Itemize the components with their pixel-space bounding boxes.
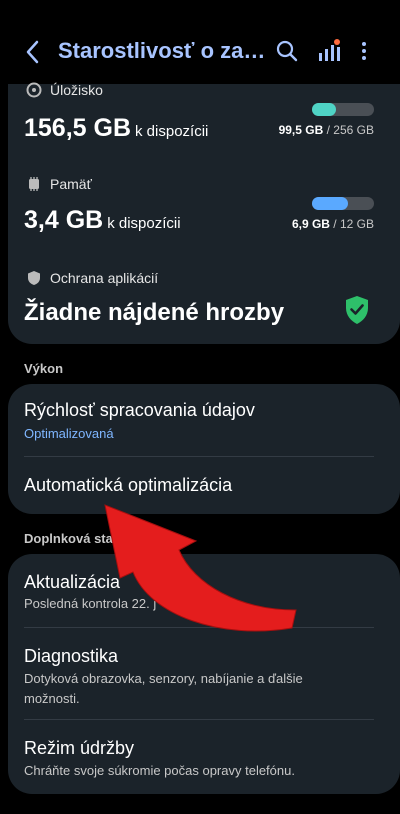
arrow-body (104, 504, 297, 632)
annotation-arrow (104, 504, 297, 632)
